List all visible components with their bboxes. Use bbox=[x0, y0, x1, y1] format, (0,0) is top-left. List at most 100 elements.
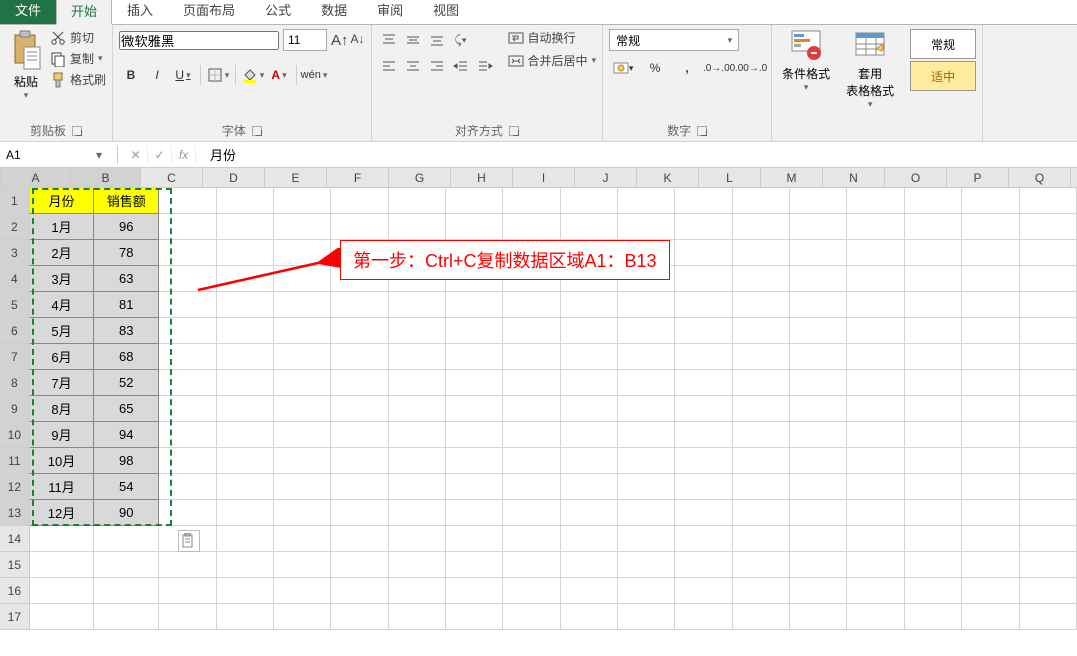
cell-N8[interactable] bbox=[790, 370, 847, 396]
cell-I8[interactable] bbox=[503, 370, 560, 396]
cell-R3[interactable] bbox=[1020, 240, 1077, 266]
cell-I5[interactable] bbox=[503, 292, 560, 318]
cell-J16[interactable] bbox=[561, 578, 618, 604]
cell-A1[interactable]: 月份 bbox=[30, 188, 95, 214]
cell-A3[interactable]: 2月 bbox=[30, 240, 95, 266]
cell-Q15[interactable] bbox=[962, 552, 1019, 578]
cell-B15[interactable] bbox=[94, 552, 159, 578]
dialog-launcher-font[interactable] bbox=[252, 126, 262, 136]
cell-N11[interactable] bbox=[790, 448, 847, 474]
cell-K11[interactable] bbox=[618, 448, 675, 474]
col-header-N[interactable]: N bbox=[823, 168, 885, 188]
cell-F13[interactable] bbox=[331, 500, 388, 526]
row-header-17[interactable]: 17 bbox=[0, 604, 30, 630]
conditional-format-button[interactable]: 条件格式▾ bbox=[778, 29, 834, 110]
cell-N12[interactable] bbox=[790, 474, 847, 500]
cell-M8[interactable] bbox=[733, 370, 790, 396]
cell-R14[interactable] bbox=[1020, 526, 1077, 552]
style-normal[interactable]: 常规 bbox=[910, 29, 976, 59]
cell-E16[interactable] bbox=[274, 578, 331, 604]
cell-O13[interactable] bbox=[847, 500, 904, 526]
cell-L2[interactable] bbox=[675, 214, 732, 240]
cell-F17[interactable] bbox=[331, 604, 388, 630]
col-header-F[interactable]: F bbox=[327, 168, 389, 188]
cell-K16[interactable] bbox=[618, 578, 675, 604]
percent-button[interactable]: % bbox=[641, 57, 669, 79]
cell-J15[interactable] bbox=[561, 552, 618, 578]
copy-button[interactable]: 复制 ▾ bbox=[50, 50, 106, 67]
cell-M16[interactable] bbox=[733, 578, 790, 604]
bold-button[interactable]: B bbox=[119, 63, 143, 87]
cell-C2[interactable] bbox=[159, 214, 216, 240]
cell-M13[interactable] bbox=[733, 500, 790, 526]
name-box[interactable] bbox=[0, 146, 90, 164]
cell-G13[interactable] bbox=[389, 500, 446, 526]
cell-D17[interactable] bbox=[217, 604, 274, 630]
cell-E8[interactable] bbox=[274, 370, 331, 396]
cell-I7[interactable] bbox=[503, 344, 560, 370]
cell-J12[interactable] bbox=[561, 474, 618, 500]
cell-L3[interactable] bbox=[675, 240, 732, 266]
cell-H12[interactable] bbox=[446, 474, 503, 500]
cell-A12[interactable]: 11月 bbox=[30, 474, 95, 500]
row-header-8[interactable]: 8 bbox=[0, 370, 30, 396]
cell-F7[interactable] bbox=[331, 344, 388, 370]
tab-formulas[interactable]: 公式 bbox=[250, 0, 306, 24]
cell-E10[interactable] bbox=[274, 422, 331, 448]
dialog-launcher-clipboard[interactable] bbox=[72, 126, 82, 136]
fill-color-button[interactable] bbox=[241, 63, 265, 87]
cell-M10[interactable] bbox=[733, 422, 790, 448]
cell-N1[interactable] bbox=[790, 188, 847, 214]
cell-E1[interactable] bbox=[274, 188, 331, 214]
cell-P15[interactable] bbox=[905, 552, 962, 578]
row-header-1[interactable]: 1 bbox=[0, 188, 30, 214]
cell-E6[interactable] bbox=[274, 318, 331, 344]
row-header-10[interactable]: 10 bbox=[0, 422, 30, 448]
cell-H2[interactable] bbox=[446, 214, 503, 240]
cell-Q17[interactable] bbox=[962, 604, 1019, 630]
cell-J11[interactable] bbox=[561, 448, 618, 474]
cell-N7[interactable] bbox=[790, 344, 847, 370]
cell-Q11[interactable] bbox=[962, 448, 1019, 474]
cell-K1[interactable] bbox=[618, 188, 675, 214]
cell-Q9[interactable] bbox=[962, 396, 1019, 422]
cell-L8[interactable] bbox=[675, 370, 732, 396]
cell-G14[interactable] bbox=[389, 526, 446, 552]
cell-R10[interactable] bbox=[1020, 422, 1077, 448]
cell-N17[interactable] bbox=[790, 604, 847, 630]
cell-H8[interactable] bbox=[446, 370, 503, 396]
paste-button[interactable]: 粘贴 ▾ bbox=[6, 29, 46, 101]
cell-O15[interactable] bbox=[847, 552, 904, 578]
cell-L4[interactable] bbox=[675, 266, 732, 292]
row-header-7[interactable]: 7 bbox=[0, 344, 30, 370]
cell-H17[interactable] bbox=[446, 604, 503, 630]
cell-E2[interactable] bbox=[274, 214, 331, 240]
cell-R9[interactable] bbox=[1020, 396, 1077, 422]
cell-G15[interactable] bbox=[389, 552, 446, 578]
cell-E11[interactable] bbox=[274, 448, 331, 474]
cell-J17[interactable] bbox=[561, 604, 618, 630]
cell-B6[interactable]: 83 bbox=[94, 318, 159, 344]
cell-F9[interactable] bbox=[331, 396, 388, 422]
cell-D1[interactable] bbox=[217, 188, 274, 214]
cell-L17[interactable] bbox=[675, 604, 732, 630]
cell-B7[interactable]: 68 bbox=[94, 344, 159, 370]
cell-H16[interactable] bbox=[446, 578, 503, 604]
col-header-A[interactable]: A bbox=[1, 168, 71, 188]
wrap-text-button[interactable]: 自动换行 bbox=[508, 29, 597, 46]
cell-L5[interactable] bbox=[675, 292, 732, 318]
decrease-decimal-button[interactable]: .00→.0 bbox=[737, 57, 765, 79]
cell-C11[interactable] bbox=[159, 448, 216, 474]
cell-A17[interactable] bbox=[30, 604, 95, 630]
cell-K7[interactable] bbox=[618, 344, 675, 370]
cell-R2[interactable] bbox=[1020, 214, 1077, 240]
cell-G5[interactable] bbox=[389, 292, 446, 318]
cell-A11[interactable]: 10月 bbox=[30, 448, 95, 474]
fx-cancel-button[interactable]: ✕ bbox=[124, 146, 148, 164]
cell-J6[interactable] bbox=[561, 318, 618, 344]
cell-H5[interactable] bbox=[446, 292, 503, 318]
cell-K14[interactable] bbox=[618, 526, 675, 552]
cell-J14[interactable] bbox=[561, 526, 618, 552]
cell-O10[interactable] bbox=[847, 422, 904, 448]
cell-H14[interactable] bbox=[446, 526, 503, 552]
